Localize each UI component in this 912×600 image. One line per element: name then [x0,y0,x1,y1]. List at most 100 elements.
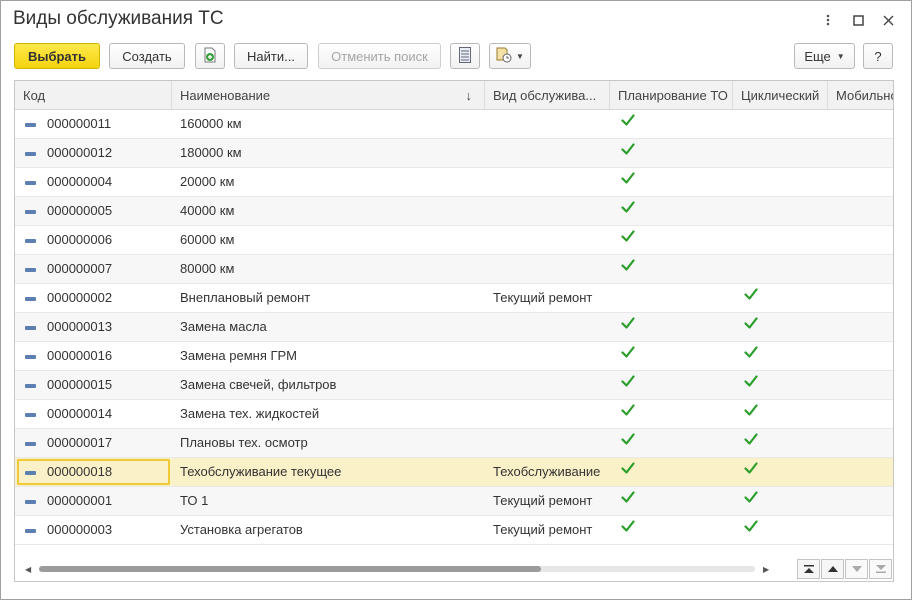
table-row[interactable]: 000000018 Техобслуживание текущее Техобслу… [15,458,893,487]
create-button[interactable]: Создать [109,43,185,69]
column-header-service-type[interactable]: Вид обслужива... [485,81,610,110]
window-controls [813,11,903,29]
find-button[interactable]: Найти... [234,43,308,69]
catalog-item-icon [25,413,36,417]
scroll-right-icon[interactable]: ▶ [763,565,769,574]
window: Виды обслуживания ТС Выбрать Создать Най… [0,0,912,600]
cell-code: 000000015 [47,377,113,392]
table-row[interactable]: 000000007 80000 км [15,255,893,284]
cell-name: 160000 км [180,116,242,131]
checkmark-icon [621,374,637,390]
table-row[interactable]: 000000015 Замена свечей, фильтров [15,371,893,400]
cell-service-type [493,313,608,341]
cell-name: 80000 км [180,261,235,276]
catalog-item-icon [25,326,36,330]
checkmark-icon [621,200,637,216]
more-button[interactable]: Еще ▼ [794,43,855,69]
previous-record-icon [827,566,838,572]
scroll-left-icon[interactable]: ◀ [25,565,31,574]
cell-name: Техобслуживание текущее [180,464,342,479]
table-footer: ◀ ▶ [15,557,893,581]
cell-name: Замена масла [180,319,267,334]
cell-service-type: Текущий ремонт [493,493,593,508]
checkmark-icon [744,519,760,535]
scroll-up-button[interactable] [821,559,844,579]
table-row[interactable]: 000000012 180000 км [15,139,893,168]
close-icon[interactable] [873,11,903,29]
scroll-down-button[interactable] [845,559,868,579]
checkmark-icon [621,403,637,419]
table-row[interactable]: 000000005 40000 км [15,197,893,226]
table-row[interactable]: 000000013 Замена масла [15,313,893,342]
cell-code: 000000005 [47,203,113,218]
column-header-cyclic[interactable]: Циклический [733,81,828,110]
column-header-mobile[interactable]: Мобильно [828,81,893,110]
checkmark-icon [744,345,760,361]
horizontal-scroll-thumb[interactable] [39,566,541,572]
scroll-top-button[interactable] [797,559,820,579]
checkmark-icon [621,345,637,361]
more-icon[interactable] [813,11,843,29]
chevron-down-icon: ▼ [516,51,524,61]
list-icon [459,46,471,66]
last-record-icon [875,565,886,573]
cell-name: Установка агрегатов [180,522,303,537]
column-header-planning[interactable]: Планирование ТО [610,81,733,110]
cell-code: 000000002 [47,290,113,305]
toolbar: Выбрать Создать Найти... Отменить поиск [14,43,893,69]
checkmark-icon [621,142,637,158]
table-row[interactable]: 000000011 160000 км [15,110,893,139]
copy-add-icon [203,47,217,66]
cell-code: 000000018 [47,464,113,479]
cell-service-type [493,342,608,370]
column-header-name[interactable]: Наименование ↓ [172,81,485,110]
checkmark-icon [744,490,760,506]
services-table: Код Наименование ↓ Вид обслужива... План… [14,80,894,582]
select-button[interactable]: Выбрать [14,43,100,69]
cell-code: 000000017 [47,435,113,450]
catalog-item-icon [25,500,36,504]
checkmark-icon [621,490,637,506]
horizontal-scrollbar[interactable] [39,566,755,572]
maximize-icon[interactable] [843,11,873,29]
table-row[interactable]: 000000001 ТО 1 Текущий ремонт [15,487,893,516]
table-row[interactable]: 000000002 Внеплановый ремонт Текущий ремон… [15,284,893,313]
table-row[interactable]: 000000003 Установка агрегатов Текущий ремо… [15,516,893,545]
table-row[interactable]: 000000014 Замена тех. жидкостей [15,400,893,429]
cell-name: Замена тех. жидкостей [180,406,320,421]
checkmark-icon [744,287,760,303]
cell-code: 000000004 [47,174,113,189]
cell-code: 000000011 [47,116,112,131]
cancel-search-button[interactable]: Отменить поиск [318,43,441,69]
cell-name: 180000 км [180,145,242,160]
list-settings-button[interactable] [450,43,480,69]
table-row[interactable]: 000000004 20000 км [15,168,893,197]
checkmark-icon [621,258,637,274]
checkmark-icon [621,171,637,187]
cell-service-type: Техобслуживание [493,464,601,479]
table-row[interactable]: 000000017 Плановы тех. осмотр [15,429,893,458]
document-clock-icon [496,47,512,66]
checkmark-icon [744,403,760,419]
cell-code: 000000014 [47,406,113,421]
cell-name: 40000 км [180,203,235,218]
help-button[interactable]: ? [863,43,893,69]
cell-service-type [493,197,608,225]
checkmark-icon [621,113,637,129]
catalog-item-icon [25,152,36,156]
copy-button[interactable] [195,43,225,69]
table-row[interactable]: 000000006 60000 км [15,226,893,255]
catalog-item-icon [25,268,36,272]
scroll-bottom-button[interactable] [869,559,892,579]
checkmark-icon [744,461,760,477]
report-dropdown-button[interactable]: ▼ [489,43,531,69]
cell-service-type [493,139,608,167]
column-header-code[interactable]: Код [15,81,172,110]
checkmark-icon [621,229,637,245]
cell-service-type [493,110,608,138]
cell-service-type [493,168,608,196]
cell-name: Внеплановый ремонт [180,290,311,305]
catalog-item-icon [25,355,36,359]
table-row[interactable]: 000000016 Замена ремня ГРМ [15,342,893,371]
cell-name: 60000 км [180,232,235,247]
